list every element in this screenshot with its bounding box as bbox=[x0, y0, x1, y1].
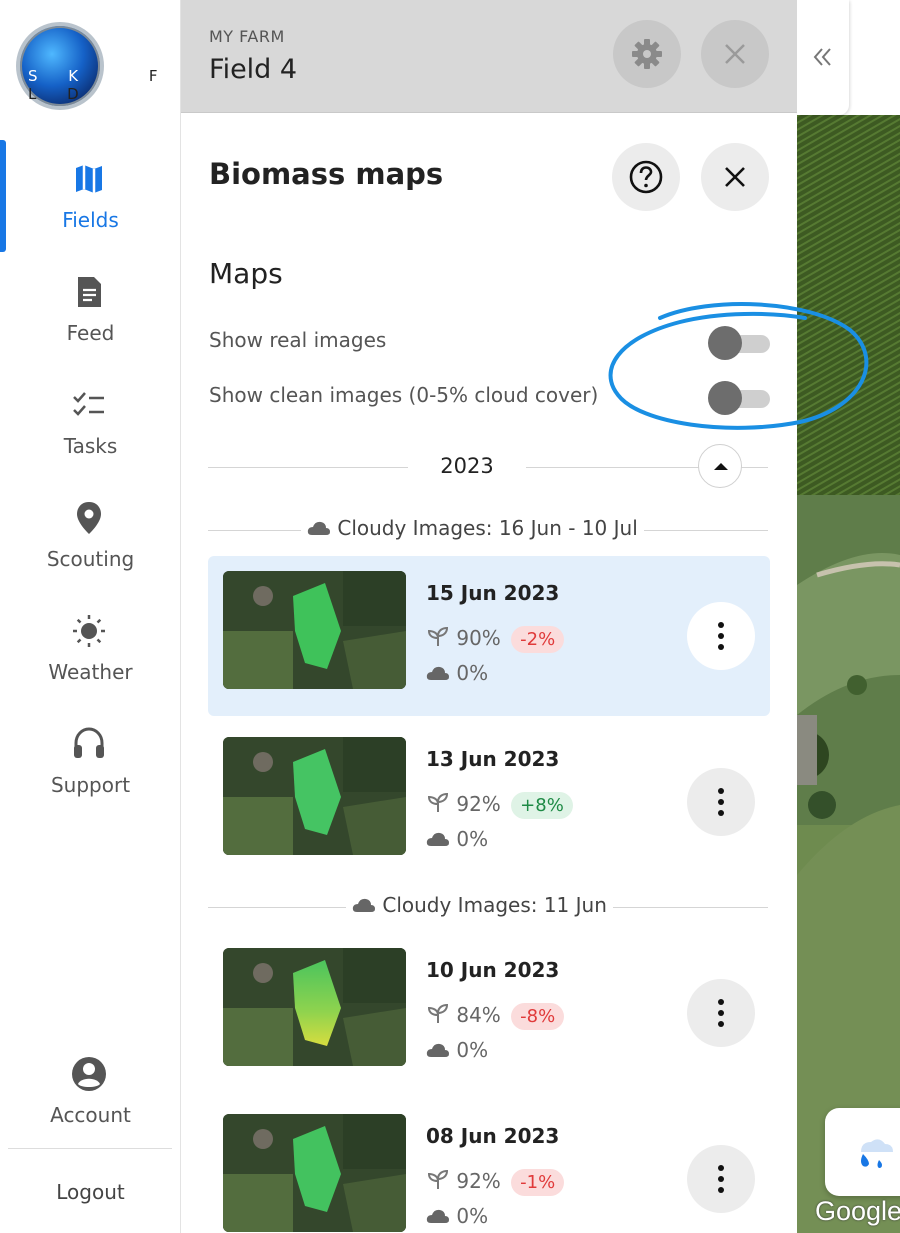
maps-heading: Maps bbox=[209, 257, 283, 290]
panel-title: Biomass maps bbox=[209, 157, 444, 191]
biomass-info: 92% +8% bbox=[426, 790, 573, 819]
kebab-menu-icon bbox=[718, 788, 724, 816]
real-images-toggle[interactable] bbox=[708, 326, 770, 360]
change-badge: +8% bbox=[511, 792, 573, 819]
logout-button[interactable]: Logout bbox=[0, 1180, 181, 1204]
cloud-icon bbox=[307, 521, 330, 535]
sidebar-item-label: Weather bbox=[48, 660, 133, 684]
group-label: Cloudy Images: 16 Jun - 10 Jul bbox=[301, 516, 644, 540]
gear-icon bbox=[632, 39, 662, 69]
kebab-menu-icon bbox=[718, 1165, 724, 1193]
biomass-thumbnail bbox=[223, 1114, 406, 1232]
biomass-thumbnail bbox=[223, 737, 406, 855]
sprout-icon bbox=[427, 792, 449, 812]
change-badge: -2% bbox=[511, 626, 565, 653]
more-options-button[interactable] bbox=[687, 1145, 755, 1213]
sidebar-item-scouting[interactable]: Scouting bbox=[0, 489, 181, 589]
rain-cloud-icon bbox=[861, 1139, 893, 1168]
toggle-label: Show clean images (0-5% cloud cover) bbox=[209, 383, 599, 407]
logo: S K Y F L D bbox=[14, 22, 174, 114]
sprout-icon bbox=[427, 1003, 449, 1023]
close-panel-button[interactable] bbox=[701, 143, 769, 211]
sidebar-item-label: Account bbox=[50, 1103, 131, 1127]
list-item[interactable]: 13 Jun 2023 92% +8% 0% bbox=[208, 722, 770, 882]
year-collapse-button[interactable] bbox=[698, 444, 742, 488]
cloud-cover: 0% bbox=[426, 1038, 488, 1062]
settings-button[interactable] bbox=[613, 20, 681, 88]
kebab-menu-icon bbox=[718, 999, 724, 1027]
satellite-map[interactable] bbox=[797, 115, 900, 1233]
sidebar-item-label: Scouting bbox=[46, 547, 135, 571]
cloud-cover: 0% bbox=[426, 1204, 488, 1228]
double-chevron-left-icon bbox=[813, 48, 831, 66]
headset-icon bbox=[74, 727, 104, 758]
close-icon bbox=[725, 167, 745, 187]
year-label: 2023 bbox=[408, 454, 526, 478]
collapse-panel-tab[interactable] bbox=[797, 0, 849, 115]
divider bbox=[8, 1148, 172, 1149]
sprout-icon bbox=[427, 626, 449, 646]
cloud-cover: 0% bbox=[426, 827, 488, 851]
sun-icon bbox=[73, 615, 105, 647]
sidebar-item-fields[interactable]: Fields bbox=[0, 150, 181, 250]
list-item[interactable]: 15 Jun 2023 90% -2% 0% bbox=[208, 556, 770, 716]
field-header: MY FARM Field 4 bbox=[181, 0, 797, 113]
sidebar-item-feed[interactable]: Feed bbox=[0, 263, 181, 363]
biomass-thumbnail bbox=[223, 571, 406, 689]
more-options-button[interactable] bbox=[687, 768, 755, 836]
image-date: 15 Jun 2023 bbox=[426, 581, 560, 605]
map-attribution: Google bbox=[815, 1196, 900, 1226]
biomass-info: 92% -1% bbox=[426, 1167, 565, 1196]
close-field-button[interactable] bbox=[701, 20, 769, 88]
sidebar-item-support[interactable]: Support bbox=[0, 715, 181, 815]
biomass-info: 90% -2% bbox=[426, 624, 565, 653]
more-options-button[interactable] bbox=[687, 602, 755, 670]
change-badge: -1% bbox=[511, 1169, 565, 1196]
sprout-icon bbox=[427, 1169, 449, 1189]
cloud-icon bbox=[426, 1043, 449, 1057]
sidebar-item-weather[interactable]: Weather bbox=[0, 602, 181, 702]
user-circle-icon bbox=[72, 1057, 106, 1091]
image-date: 08 Jun 2023 bbox=[426, 1124, 560, 1148]
cloud-icon bbox=[426, 666, 449, 680]
map-weather-button[interactable] bbox=[825, 1108, 900, 1196]
cloud-icon bbox=[426, 832, 449, 846]
field-name: Field 4 bbox=[209, 54, 298, 85]
sidebar-item-account[interactable]: Account bbox=[0, 1045, 181, 1145]
clean-images-toggle[interactable] bbox=[708, 381, 770, 415]
biomass-info: 84% -8% bbox=[426, 1001, 565, 1030]
cloud-icon bbox=[352, 898, 375, 912]
help-circle-icon bbox=[629, 160, 663, 194]
kebab-menu-icon bbox=[718, 622, 724, 650]
caret-up-icon bbox=[714, 463, 728, 470]
location-pin-icon bbox=[77, 502, 101, 534]
cloud-icon bbox=[426, 1209, 449, 1223]
sidebar-item-label: Support bbox=[50, 773, 131, 797]
sidebar-item-label: Fields bbox=[62, 208, 119, 232]
map-icon bbox=[76, 165, 102, 193]
biomass-thumbnail bbox=[223, 948, 406, 1066]
biomass-panel: Biomass maps Maps Show real images Show … bbox=[181, 114, 797, 1233]
image-date: 13 Jun 2023 bbox=[426, 747, 560, 771]
checklist-icon bbox=[73, 392, 104, 416]
document-icon bbox=[78, 277, 101, 307]
image-date: 10 Jun 2023 bbox=[426, 958, 560, 982]
change-badge: -8% bbox=[511, 1003, 565, 1030]
list-item[interactable]: 10 Jun 2023 84% -8% 0% bbox=[208, 933, 770, 1093]
sidebar-item-tasks[interactable]: Tasks bbox=[0, 376, 181, 476]
more-options-button[interactable] bbox=[687, 979, 755, 1047]
toggle-label: Show real images bbox=[209, 328, 387, 352]
logo-letters-inside: S K Y bbox=[28, 67, 132, 85]
cloud-cover: 0% bbox=[426, 661, 488, 685]
sidebar-item-label: Feed bbox=[66, 321, 115, 345]
list-item[interactable]: 08 Jun 2023 92% -1% 0% bbox=[208, 1099, 770, 1233]
help-button[interactable] bbox=[612, 143, 680, 211]
close-icon bbox=[725, 44, 745, 64]
sidebar-item-label: Tasks bbox=[63, 434, 118, 458]
sidebar: S K Y F L D Fields Feed Tasks Scouting W… bbox=[0, 0, 181, 1233]
farm-name: MY FARM bbox=[209, 27, 285, 46]
group-label: Cloudy Images: 11 Jun bbox=[346, 893, 613, 917]
